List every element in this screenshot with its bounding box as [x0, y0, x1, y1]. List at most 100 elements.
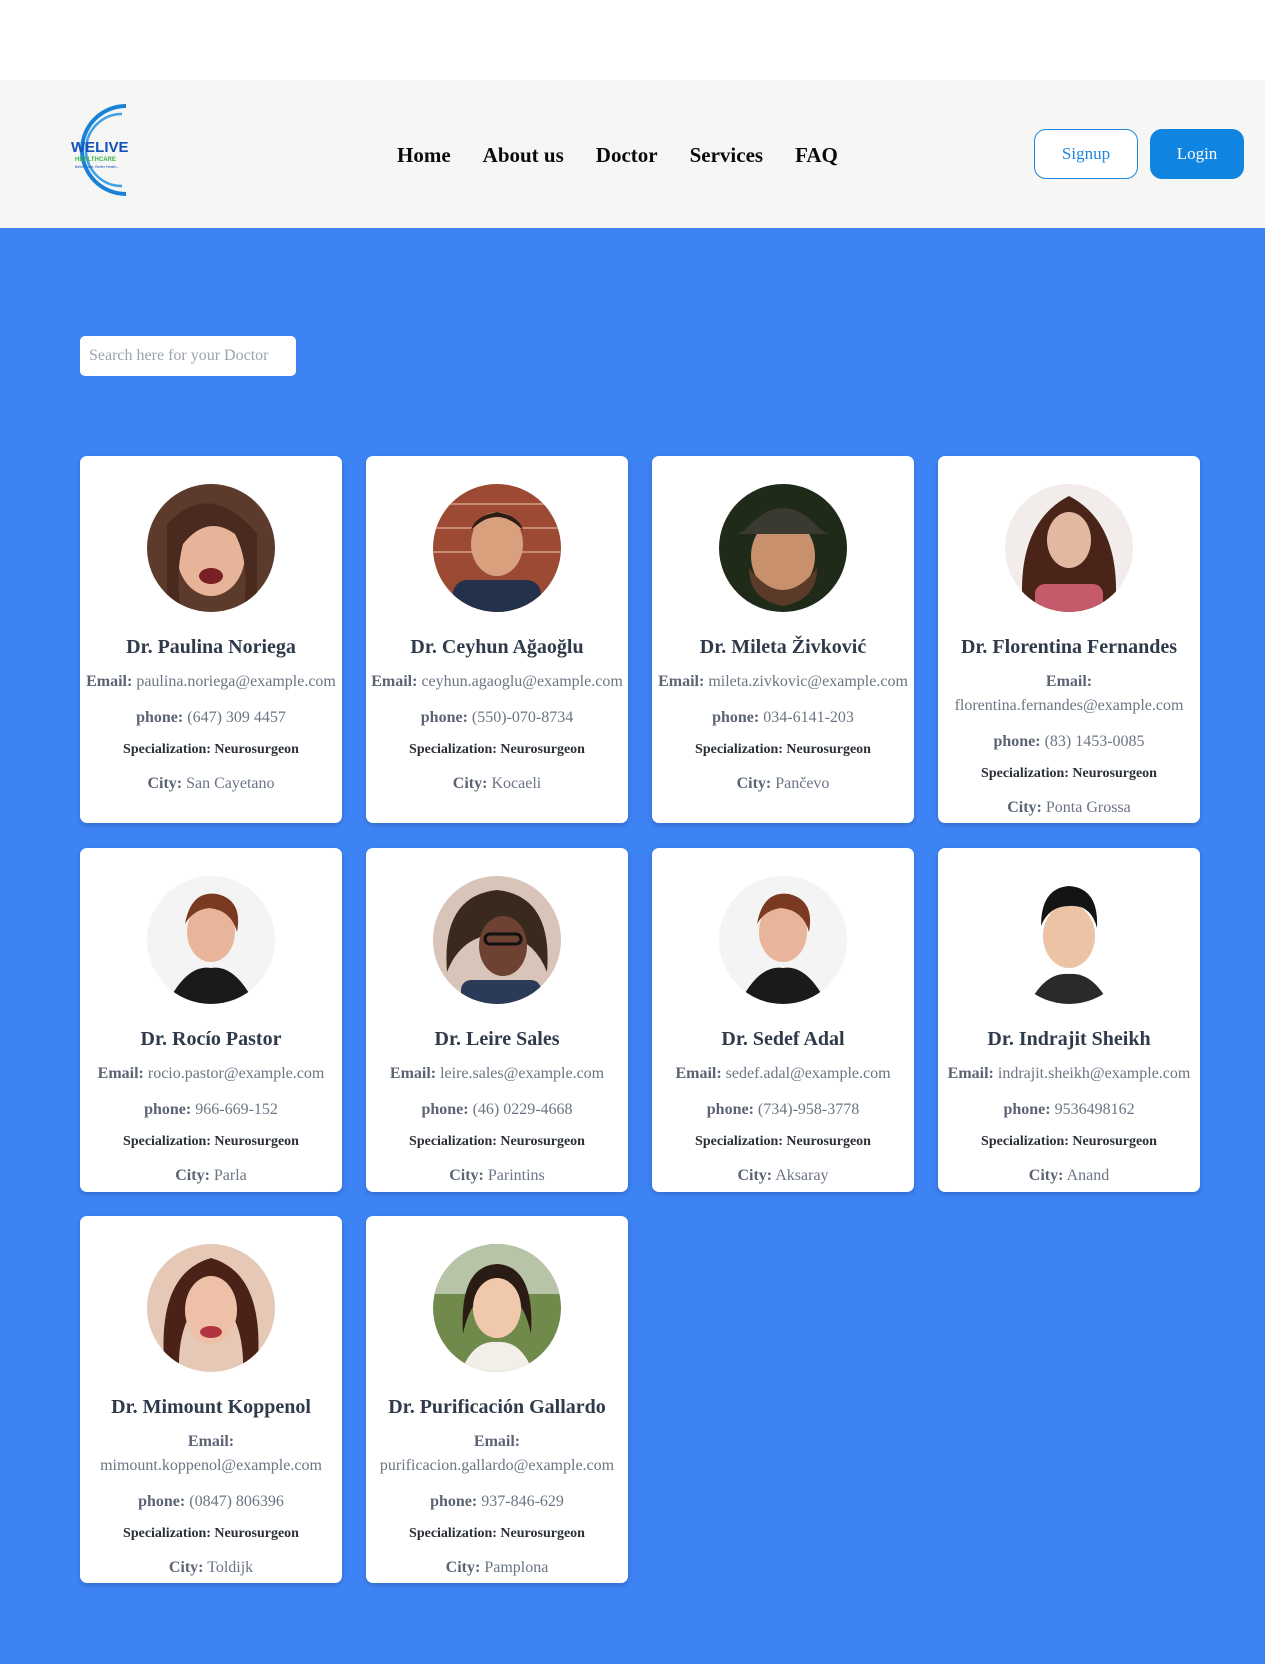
- doctor-specialization: Specialization: Neurosurgeon: [123, 742, 299, 757]
- doctor-photo: [719, 876, 847, 1004]
- doctor-phone: 034-6141-203: [763, 709, 854, 726]
- doctor-city: Parintins: [487, 1167, 545, 1184]
- doctor-email-line: Email: rocio.pastor@example.com: [97, 1065, 325, 1082]
- doctor-specialization: Specialization: Neurosurgeon: [409, 1526, 585, 1541]
- doctor-avatar: [147, 876, 275, 1004]
- doctor-email[interactable]: mimount.koppenol@example.com: [100, 1457, 322, 1474]
- doctor-phone-line: phone: 9536498162: [1003, 1101, 1135, 1118]
- doctor-city: Pančevo: [775, 775, 830, 792]
- doctor-city-line: City: Pančevo: [736, 775, 830, 792]
- doctor-city-line: City: San Cayetano: [147, 775, 275, 792]
- doctor-avatar: [147, 1244, 275, 1372]
- doctor-specialization: Specialization: Neurosurgeon: [695, 1134, 871, 1149]
- doctor-name: Dr. Rocío Pastor: [140, 1028, 282, 1050]
- logo-sub: HEALTHCARE: [75, 157, 116, 163]
- doctor-photo: [433, 1244, 561, 1372]
- doctor-email[interactable]: mileta.zivkovic@example.com: [708, 673, 908, 690]
- doctor-name: Dr. Paulina Noriega: [126, 636, 296, 658]
- doctor-city-line: City: Kocaeli: [452, 775, 542, 792]
- doctor-photo: [433, 484, 561, 612]
- doctor-avatar: [1005, 484, 1133, 612]
- doctor-phone: (647) 309 4457: [187, 709, 286, 726]
- doctor-city: San Cayetano: [186, 775, 275, 792]
- logo-text: WELIVE: [71, 139, 129, 156]
- nav-home[interactable]: Home: [397, 141, 451, 169]
- doctor-email-line: Email: paulina.noriega@example.com: [86, 673, 336, 690]
- logo-tagline: Better Care, Better Health...: [75, 165, 119, 169]
- doctor-email-line: Email: mileta.zivkovic@example.com: [658, 673, 908, 690]
- doctor-city: Anand: [1066, 1167, 1110, 1184]
- doctor-phone: (46) 0229-4668: [472, 1101, 573, 1118]
- doctor-card: Dr. Purificación Gallardo Email: purifica…: [366, 1216, 628, 1583]
- doctor-phone-line: phone: (550)-070-8734: [420, 709, 574, 726]
- doctor-email[interactable]: purificacion.gallardo@example.com: [380, 1457, 614, 1474]
- doctor-city-line: City: Ponta Grossa: [1007, 799, 1131, 816]
- doctor-specialization: Specialization: Neurosurgeon: [409, 1134, 585, 1149]
- doctor-name: Dr. Mileta Živković: [699, 636, 867, 658]
- nav-faq[interactable]: FAQ: [795, 141, 838, 169]
- doctor-city-line: City: Anand: [1028, 1167, 1110, 1184]
- top-whitespace: [0, 0, 1265, 80]
- doctor-avatar: [433, 484, 561, 612]
- doctor-email[interactable]: leire.sales@example.com: [440, 1065, 604, 1082]
- doctor-email[interactable]: florentina.fernandes@example.com: [955, 697, 1184, 714]
- doctor-phone: 937-846-629: [481, 1493, 564, 1510]
- doctor-avatar: [719, 876, 847, 1004]
- doctor-specialization: Specialization: Neurosurgeon: [981, 1134, 1157, 1149]
- doctor-email[interactable]: paulina.noriega@example.com: [136, 673, 336, 690]
- doctor-email[interactable]: ceyhun.agaoglu@example.com: [421, 673, 622, 690]
- signup-button[interactable]: Signup: [1034, 129, 1138, 179]
- doctor-specialization: Specialization: Neurosurgeon: [981, 766, 1157, 781]
- doctor-city: Parla: [213, 1167, 247, 1184]
- doctor-city-line: City: Pamplona: [445, 1559, 549, 1576]
- doctor-phone: (0847) 806396: [189, 1493, 284, 1510]
- doctor-phone-line: phone: 034-6141-203: [712, 709, 854, 726]
- doctor-search-input[interactable]: [80, 336, 296, 376]
- doctor-card: Dr. Leire Sales Email: leire.sales@examp…: [366, 848, 628, 1192]
- doctor-specialization: Specialization: Neurosurgeon: [123, 1526, 299, 1541]
- login-button[interactable]: Login: [1150, 129, 1244, 179]
- doctor-email[interactable]: sedef.adal@example.com: [726, 1065, 891, 1082]
- doctor-city: Pamplona: [484, 1559, 549, 1576]
- welive-logo[interactable]: WELIVE HEALTHCARE Better Care, Better He…: [56, 100, 136, 200]
- doctor-phone: 9536498162: [1054, 1101, 1135, 1118]
- doctor-name: Dr. Leire Sales: [434, 1028, 560, 1050]
- doctor-email-line: Email: purificacion.gallardo@example.com: [379, 1433, 615, 1474]
- doctor-avatar: [433, 1244, 561, 1372]
- doctor-specialization: Specialization: Neurosurgeon: [123, 1134, 299, 1149]
- doctor-avatar: [719, 484, 847, 612]
- doctor-card: Dr. Mimount Koppenol Email: mimount.koppe…: [80, 1216, 342, 1583]
- doctor-email-line: Email: leire.sales@example.com: [389, 1065, 605, 1082]
- main-nav: Home About us Doctor Services FAQ: [397, 141, 838, 169]
- doctor-phone: (550)-070-8734: [471, 709, 574, 726]
- doctor-city-line: City: Aksaray: [737, 1167, 829, 1184]
- doctor-city: Ponta Grossa: [1045, 799, 1131, 816]
- doctor-photo: [147, 876, 275, 1004]
- doctor-city: Kocaeli: [491, 775, 542, 792]
- doctor-phone: (734)-958-3778: [757, 1101, 860, 1118]
- doctor-card: Dr. Florentina Fernandes Email: florentin…: [938, 456, 1200, 823]
- doctor-city: Aksaray: [775, 1167, 829, 1184]
- doctor-email[interactable]: rocio.pastor@example.com: [148, 1065, 324, 1082]
- doctor-email[interactable]: indrajit.sheikh@example.com: [998, 1065, 1190, 1082]
- doctor-phone-line: phone: (647) 309 4457: [136, 709, 286, 726]
- doctor-name: Dr. Purificación Gallardo: [388, 1396, 606, 1418]
- nav-doctor[interactable]: Doctor: [596, 141, 658, 169]
- doctor-photo: [433, 876, 561, 1004]
- doctor-photo: [1005, 876, 1133, 1004]
- doctor-phone-line: phone: 937-846-629: [430, 1493, 564, 1510]
- doctor-email-line: Email: mimount.koppenol@example.com: [100, 1433, 322, 1474]
- doctor-avatar: [433, 876, 561, 1004]
- doctor-phone-line: phone: 966-669-152: [144, 1101, 278, 1118]
- nav-about-us[interactable]: About us: [483, 141, 564, 169]
- doctor-city-line: City: Parla: [175, 1167, 247, 1184]
- doctor-city: Toldijk: [207, 1559, 254, 1576]
- doctor-specialization: Specialization: Neurosurgeon: [695, 742, 871, 757]
- doctor-email-line: Email: sedef.adal@example.com: [675, 1065, 891, 1082]
- nav-services[interactable]: Services: [690, 141, 763, 169]
- doctor-email-line: Email: indrajit.sheikh@example.com: [947, 1065, 1191, 1082]
- logo-mark-icon: WELIVE HEALTHCARE Better Care, Better He…: [71, 104, 129, 196]
- doctor-card: Dr. Paulina Noriega Email: paulina.norie…: [80, 456, 342, 823]
- doctor-phone-line: phone: (46) 0229-4668: [421, 1101, 573, 1118]
- doctor-card: Dr. Sedef Adal Email: sedef.adal@example…: [652, 848, 914, 1192]
